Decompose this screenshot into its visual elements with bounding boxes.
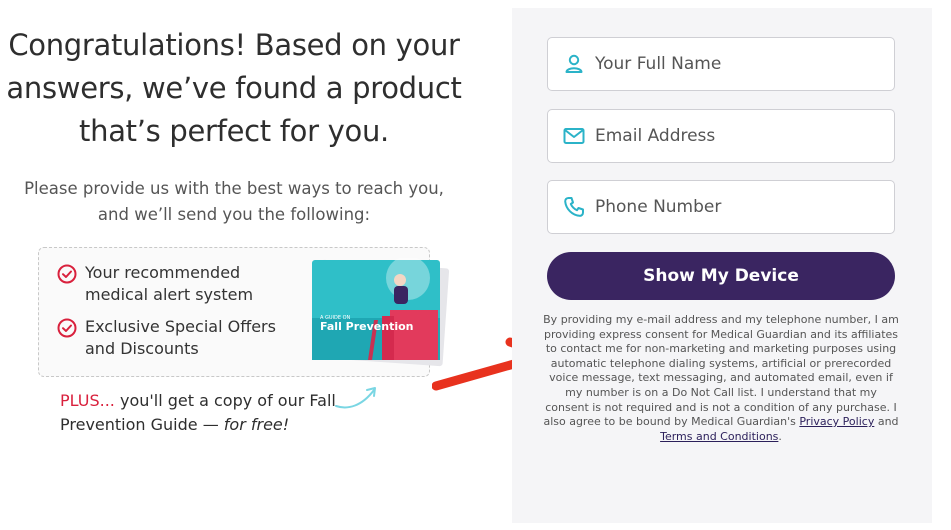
consent-text: By providing my e-mail address and my te… [543, 313, 899, 429]
page-title: Congratulations! Based on your answers, … [6, 28, 462, 148]
consent-disclaimer: By providing my e-mail address and my te… [542, 313, 900, 444]
full-name-field[interactable] [547, 37, 895, 91]
offer-item: Your recommended medical alert system [57, 262, 305, 306]
offer-item: Exclusive Special Offers and Discounts [57, 316, 305, 360]
swoosh-arrow-icon [335, 387, 376, 409]
fall-prevention-guide-image: Fall Prevention A GUIDE ON [312, 258, 450, 367]
check-circle-icon [57, 318, 77, 338]
phone-field[interactable] [547, 180, 895, 234]
guide-cover-title: Fall Prevention [320, 320, 414, 333]
consent-end-text: . [778, 429, 782, 443]
email-input[interactable] [595, 126, 885, 146]
show-my-device-button[interactable]: Show My Device [547, 252, 895, 300]
privacy-policy-link[interactable]: Privacy Policy [799, 415, 874, 428]
subtitle: Please provide us with the best ways to … [24, 179, 444, 224]
check-circle-icon [57, 264, 77, 284]
offer-panel: Congratulations! Based on your answers, … [0, 0, 512, 530]
plus-free-text: for free! [223, 415, 290, 434]
plus-label: PLUS... [60, 391, 115, 410]
plus-offer-text: PLUS... you'll get a copy of our Fall Pr… [60, 389, 360, 437]
phone-input[interactable] [595, 197, 885, 217]
signup-form: Show My Device By providing my e-mail ad… [512, 8, 932, 523]
user-icon [565, 54, 583, 73]
guide-cover-subtitle: A GUIDE ON [320, 315, 351, 321]
mail-icon [563, 128, 585, 144]
offer-label: Exclusive Special Offers and Discounts [85, 317, 276, 358]
full-name-input[interactable] [595, 54, 885, 74]
phone-icon [564, 197, 584, 217]
consent-and-text: and [874, 415, 899, 429]
email-field[interactable] [547, 109, 895, 163]
offer-label: Your recommended medical alert system [85, 263, 254, 304]
terms-link[interactable]: Terms and Conditions [660, 430, 778, 443]
